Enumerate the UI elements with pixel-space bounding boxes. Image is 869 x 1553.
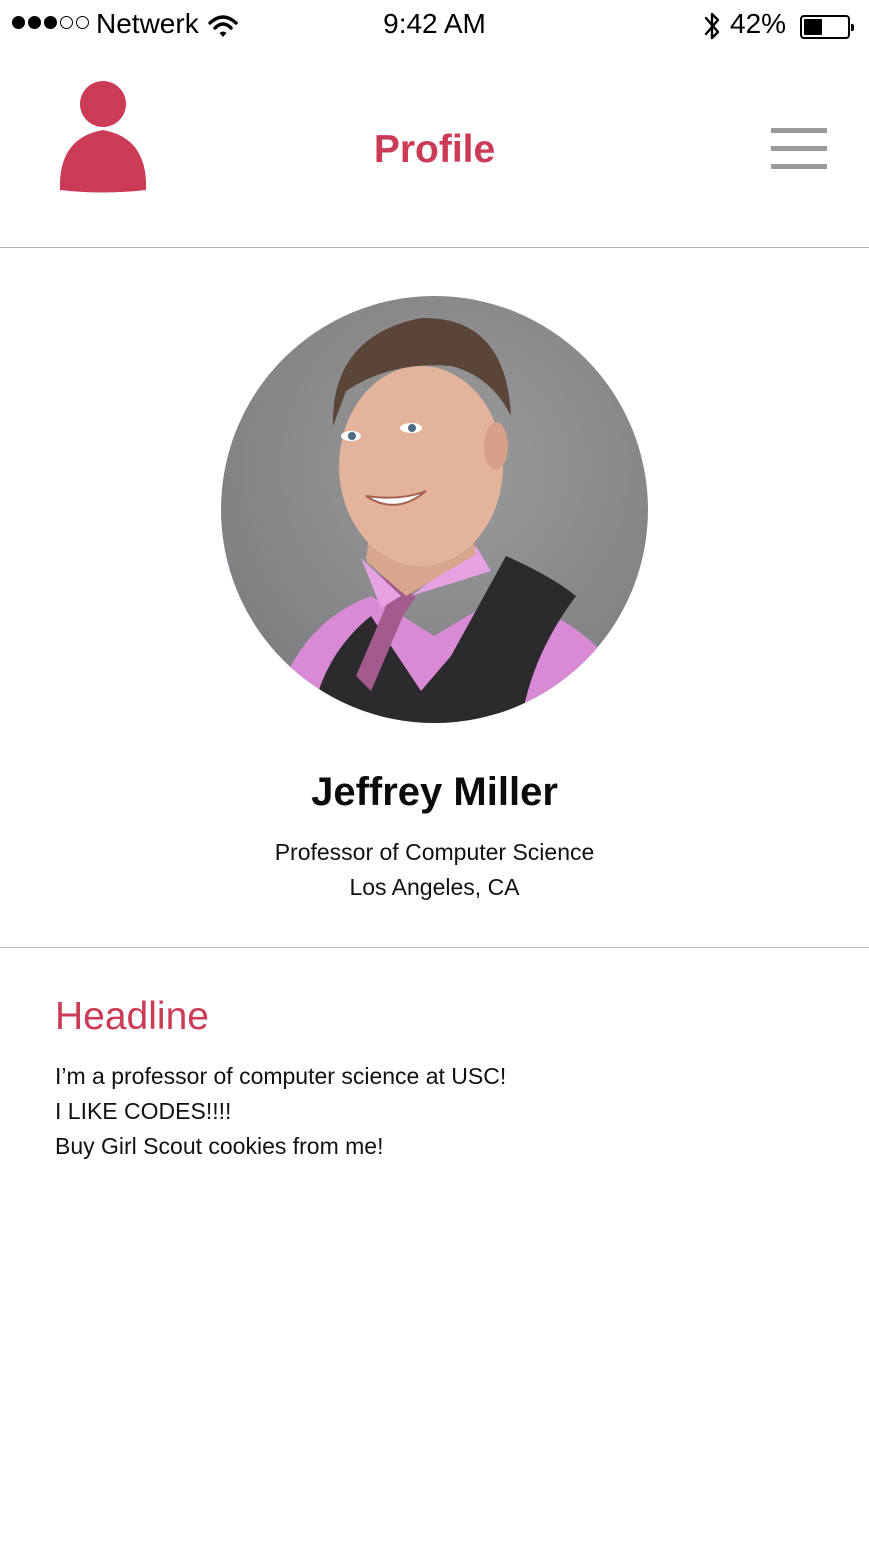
bio-line: I LIKE CODES!!!! [55, 1098, 232, 1124]
status-bar: Netwerk 9:42 AM 42% [0, 0, 869, 54]
battery-percentage: 42% [730, 8, 787, 39]
bio-line: Buy Girl Scout cookies from me! [55, 1133, 384, 1159]
bio-line: I’m a professor of computer science at U… [55, 1063, 507, 1089]
battery-icon [800, 15, 854, 39]
page-title: Profile [373, 128, 496, 171]
profile-name: Jeffrey Miller [311, 770, 558, 814]
profile-header: Jeffrey Miller Professor of Computer Sci… [0, 249, 869, 948]
profile-location: Los Angeles, CA [349, 874, 520, 900]
bluetooth-icon [704, 12, 720, 40]
profile-job-title: Professor of Computer Science [274, 839, 595, 865]
nav-bar: Profile [0, 54, 869, 248]
profile-screen: Netwerk 9:42 AM 42% Profile Jeffrey Mill… [0, 0, 869, 1553]
profile-photo [221, 296, 648, 723]
headline-title: Headline [55, 995, 209, 1038]
hamburger-menu-icon[interactable] [771, 128, 827, 170]
headline-section: Headline I’m a professor of computer sci… [55, 995, 815, 1164]
